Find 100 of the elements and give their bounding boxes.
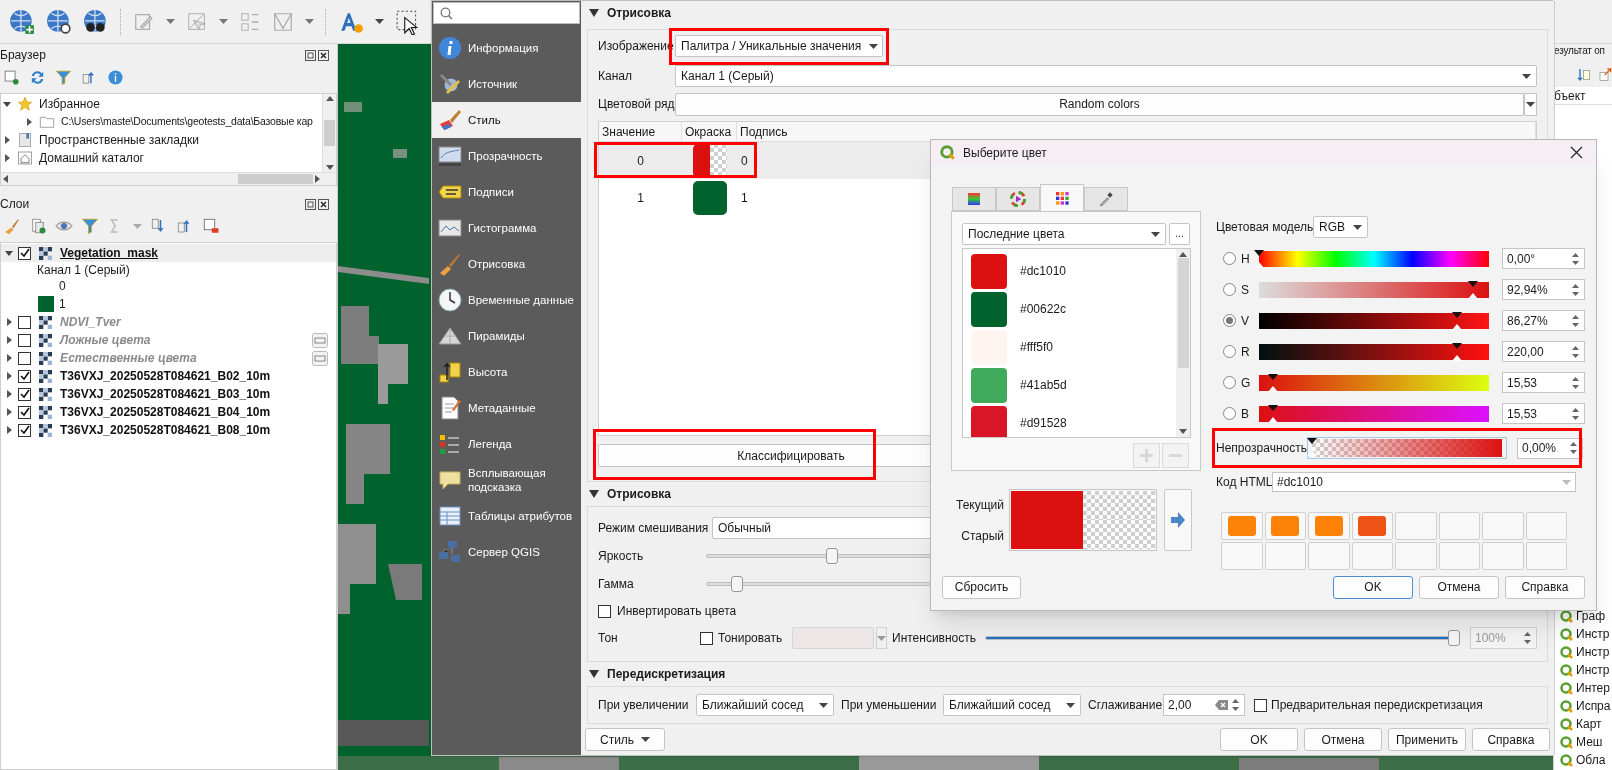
slider-handle[interactable] [1268,404,1278,423]
scroll-right-icon[interactable] [315,175,320,183]
button[interactable]: Отмена [1419,575,1499,599]
custom-color-slot[interactable] [1482,542,1524,571]
scroll-left-icon[interactable] [3,175,8,183]
info-icon[interactable] [107,68,124,86]
remove-layer-icon[interactable] [202,217,220,235]
button[interactable]: Отмена [1304,728,1382,751]
toolbox-item[interactable]: Карт [1576,715,1602,733]
spin-box[interactable]: 86,27% [1502,310,1585,332]
expand-arrow-icon[interactable] [3,154,11,162]
checkbox[interactable] [18,333,31,347]
toolbox-item[interactable]: Обла [1576,751,1606,769]
checkbox[interactable] [18,369,31,383]
checkbox[interactable] [598,604,611,618]
star-icon[interactable] [17,96,33,112]
color-list-item[interactable]: #41ab5d [963,366,1176,405]
spin-box[interactable]: 15,53 [1502,372,1585,394]
html-code-field[interactable]: #dc1010 [1272,472,1576,493]
spin-arrows-icon[interactable] [1569,441,1578,456]
checkbox[interactable] [18,387,31,401]
collapse-arrow-icon[interactable] [3,100,11,108]
spin-box[interactable]: 15,53 [1502,403,1585,425]
scroll-thumb[interactable] [238,174,313,184]
style-menu-button[interactable]: Стиль [585,728,665,751]
spin-arrows-icon[interactable] [1571,375,1580,390]
sidebar-item[interactable]: Пирамиды [432,318,581,354]
tree-item[interactable]: Пространственные закладки [39,131,199,149]
apply-arrow-button[interactable] [1164,489,1192,552]
close-icon[interactable] [318,49,329,61]
add-color-button[interactable] [1133,443,1160,469]
spin-arrows-icon[interactable] [1571,282,1580,297]
slider-handle[interactable] [1268,373,1278,392]
add-item-icon[interactable] [3,68,20,86]
radio-label[interactable]: V [1241,311,1254,330]
checkbox-label[interactable]: Тонировать [718,629,792,647]
globe-search-icon[interactable] [46,8,72,35]
sidebar-item[interactable]: Прозрачность [432,138,581,174]
collapse-arrow-icon[interactable] [589,9,599,17]
layer-name[interactable]: T36VXJ_20250528T084621_B03_10m [60,385,271,403]
sidebar-item[interactable]: Всплывающая подсказка [432,462,581,498]
sidebar-item[interactable]: Стиль [432,102,581,138]
sidebar-item[interactable]: Гистограмма [432,210,581,246]
color-list-item[interactable]: #00622c [963,290,1176,329]
dropdown[interactable]: Ближайший сосед [943,694,1081,716]
dropdown[interactable]: Канал 1 (Серый) [675,65,1537,87]
spin-arrows-icon[interactable] [1231,698,1240,712]
color-list-item[interactable]: #dc1010 [963,252,1176,291]
expand-arrow-icon[interactable] [4,408,13,416]
color-button[interactable] [792,627,874,649]
collapse-arrow-icon[interactable] [589,490,599,498]
collapse-arrow-icon[interactable] [589,670,599,678]
scroll-down-icon[interactable] [325,165,334,170]
paintbrush-icon[interactable] [3,217,21,235]
custom-color-slot[interactable] [1395,542,1437,571]
custom-color-slot[interactable] [1482,512,1524,541]
button[interactable]: OK [1220,728,1298,751]
select-cursor-icon[interactable] [395,8,421,35]
sidebar-item[interactable]: Легенда [432,426,581,462]
color-ramp-button[interactable]: Random colors [675,92,1524,116]
radio-label[interactable]: G [1241,373,1254,392]
radio-button[interactable] [1223,283,1236,297]
arrange-icon[interactable] [1576,67,1592,83]
sidebar-item[interactable]: Информация [432,30,581,66]
color-swatch[interactable] [692,180,727,215]
tab[interactable] [996,187,1040,212]
dropdown[interactable]: Ближайший сосед [696,694,834,716]
button[interactable]: Сбросить [942,575,1021,599]
checkbox[interactable] [18,423,31,437]
tab[interactable] [1040,184,1084,212]
dropdown[interactable]: Последние цвета [962,223,1166,246]
sidebar-item[interactable]: Подписи [432,174,581,210]
add-globe-icon[interactable] [9,8,35,35]
checkbox[interactable] [1254,698,1267,712]
custom-color-slot[interactable] [1308,542,1350,571]
sidebar-item[interactable]: Таблицы атрибутов [432,498,581,534]
filter-icon[interactable] [55,68,72,86]
radio-label[interactable]: R [1241,342,1254,361]
globe-binoculars-icon[interactable] [83,8,109,35]
clear-icon[interactable] [1215,700,1228,710]
custom-color-slot[interactable] [1221,512,1263,541]
radio-label[interactable]: H [1241,249,1254,268]
custom-color-slot[interactable] [1438,542,1480,571]
bookmark-icon[interactable] [17,132,33,148]
checkbox[interactable] [700,631,713,645]
custom-color-slot[interactable] [1525,512,1567,541]
sidebar-item[interactable]: Сервер QGIS [432,534,581,570]
spin-box[interactable]: 0,00% [1517,437,1583,459]
checkbox-label[interactable]: Предварительная передискретизация [1271,696,1483,714]
scroll-up-icon[interactable] [325,96,334,101]
custom-color-slot[interactable] [1395,512,1437,541]
toolbox-item[interactable]: Интер [1576,679,1610,697]
filter-icon[interactable] [81,217,99,235]
spin-box[interactable]: 220,00 [1502,341,1585,363]
checkbox[interactable] [18,405,31,419]
column-header[interactable]: Окраска [682,122,737,141]
toolbox-item[interactable]: Инстр [1576,625,1610,643]
scroll-thumb[interactable] [1177,258,1189,369]
sidebar-item[interactable]: Метаданные [432,390,581,426]
color-swatch[interactable] [692,143,727,178]
